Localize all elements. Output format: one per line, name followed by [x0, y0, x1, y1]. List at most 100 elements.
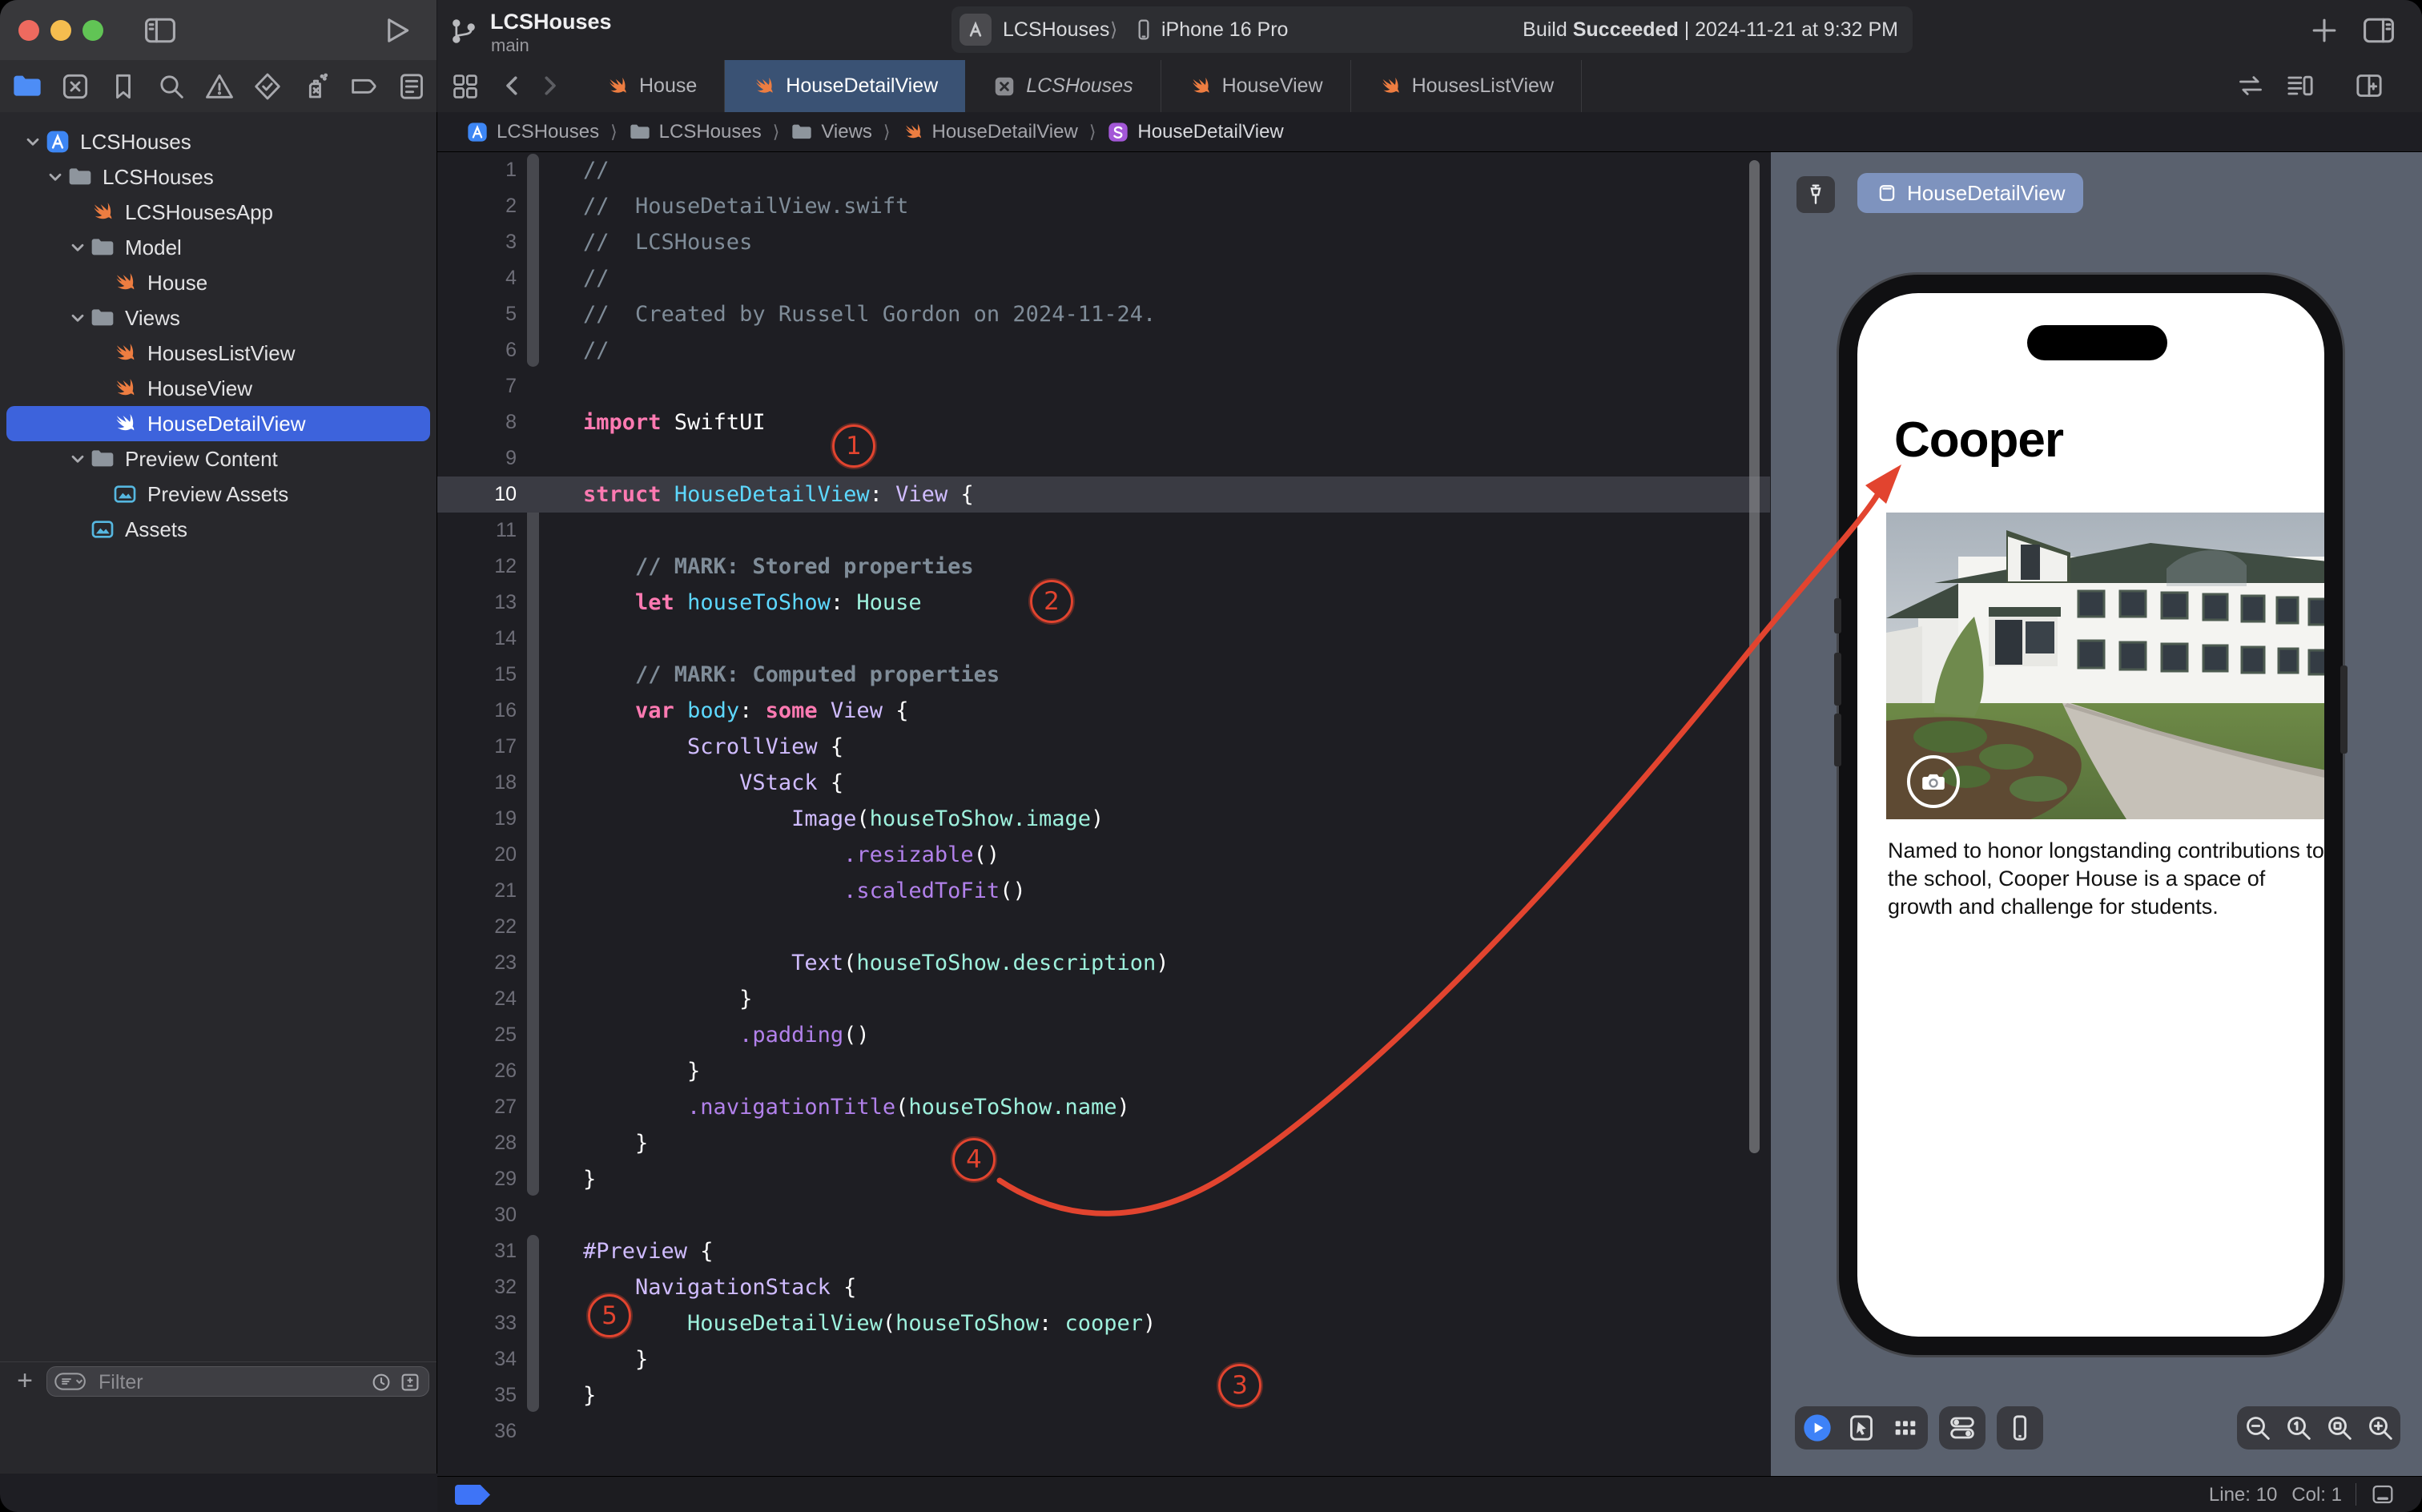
activity-widget[interactable]: LCSHouses ⟩ iPhone 16 Pro Build Succeede… [952, 6, 1913, 53]
inspector-toggle-icon[interactable] [2361, 13, 2396, 48]
debug-icon[interactable] [300, 70, 332, 103]
variants-icon[interactable] [1889, 1412, 1921, 1444]
filter-field[interactable]: Filter [46, 1366, 429, 1397]
iphone-screen[interactable]: Cooper Named to honor longstanding contr… [1857, 293, 2324, 1337]
iphone-icon [1131, 17, 1157, 42]
breadcrumb-item[interactable]: HouseDetailView [1107, 121, 1284, 143]
preview-device-icon [1875, 181, 1899, 205]
swift-icon [112, 270, 138, 296]
sidebar-item-Preview Assets[interactable]: Preview Assets [6, 477, 430, 512]
breadcrumb-separator: ⟩ [1088, 121, 1096, 142]
tab-House[interactable]: House [578, 60, 726, 112]
code-line: 7 [437, 368, 1770, 404]
window-minimize-button[interactable] [50, 20, 71, 41]
line-number: 22 [494, 915, 517, 938]
zoom-actual-size-icon[interactable] [2283, 1412, 2315, 1444]
breadcrumb-item[interactable]: HouseDetailView [902, 121, 1078, 143]
line-number: 6 [505, 339, 517, 361]
breadcrumb-item[interactable]: LCSHouses [466, 121, 599, 143]
sidebar-item-LCSHousesApp[interactable]: LCSHousesApp [6, 195, 430, 230]
zoom-controls [2237, 1406, 2400, 1450]
code-line: 18 VStack { [437, 765, 1770, 801]
preview-chip[interactable]: HouseDetailView [1857, 173, 2083, 213]
related-items-icon[interactable] [450, 71, 481, 102]
code-editor[interactable]: 1//2// HouseDetailView.swift 3// LCSHouse… [437, 152, 1770, 1476]
selectable-mode-icon[interactable] [1845, 1412, 1877, 1444]
filter-placeholder: Filter [99, 1371, 143, 1393]
device-button[interactable] [1997, 1406, 2043, 1450]
breadcrumb-item[interactable]: LCSHouses [629, 121, 762, 143]
tab-LCSHouses[interactable]: LCSHouses [965, 60, 1161, 112]
chevron-down-icon[interactable] [67, 448, 88, 469]
sidebar-item-LCSHouses[interactable]: LCSHouses [6, 124, 430, 159]
add-tab-icon[interactable] [2307, 13, 2342, 48]
minimap-icon[interactable] [2284, 70, 2316, 102]
forward-icon[interactable] [535, 71, 564, 100]
code-line: 25 .padding() [437, 1017, 1770, 1053]
window-zoom-button[interactable] [82, 20, 103, 41]
tab-HouseView[interactable]: HouseView [1161, 60, 1351, 112]
code-line: 13 let houseToShow: House [437, 585, 1770, 621]
sidebar-item-House[interactable]: House [6, 265, 430, 300]
pin-icon[interactable] [1796, 176, 1835, 213]
chevron-down-icon[interactable] [22, 131, 43, 152]
sidebar-item-HousesListView[interactable]: HousesListView [6, 336, 430, 371]
sidebar-item-Views[interactable]: Views [6, 300, 430, 336]
play-icon[interactable] [378, 13, 413, 48]
breadcrumb-item[interactable]: Views [791, 121, 872, 143]
chevron-down-icon[interactable] [67, 237, 88, 258]
volume-down-button [1834, 714, 1841, 766]
tab-label: HouseDetailView [786, 74, 939, 97]
dynamic-island [2027, 325, 2167, 360]
tests-icon[interactable] [251, 70, 284, 103]
sidebar-item-Preview Content[interactable]: Preview Content [6, 441, 430, 477]
bookmarks-icon[interactable] [107, 70, 139, 103]
sidebar-toggle-icon[interactable] [143, 13, 178, 48]
chevron-down-icon[interactable] [67, 308, 88, 328]
reports-icon[interactable] [396, 70, 428, 103]
flags-icon[interactable] [398, 1370, 422, 1394]
sidebar-item-HouseDetailView[interactable]: HouseDetailView [6, 406, 430, 441]
breakpoints-icon[interactable] [348, 70, 380, 103]
sidebar-item-Assets[interactable]: Assets [6, 512, 430, 547]
breakpoint-tag[interactable] [455, 1485, 490, 1505]
tab-HouseDetailView[interactable]: HouseDetailView [725, 60, 966, 112]
sidebar-item-LCSHouses[interactable]: LCSHouses [6, 159, 430, 195]
swap-icon[interactable] [2235, 70, 2267, 102]
sidebar-item-label: Assets [125, 517, 188, 541]
sidebar-item-label: Model [125, 235, 182, 259]
tab-HousesListView[interactable]: HousesListView [1351, 60, 1583, 112]
zoom-in-icon[interactable] [2364, 1412, 2396, 1444]
issues-icon[interactable] [203, 70, 235, 103]
run-destination[interactable]: iPhone 16 Pro [1161, 18, 1288, 42]
zoom-to-fit-icon[interactable] [2323, 1412, 2356, 1444]
recent-icon[interactable] [369, 1370, 393, 1394]
source-control-icon[interactable] [59, 70, 91, 103]
line-number: 30 [494, 1204, 517, 1226]
swift-icon [112, 411, 138, 436]
sidebar-item-label: Preview Content [125, 446, 278, 471]
split-editor-icon[interactable] [2353, 70, 2385, 102]
live-preview-play-icon[interactable] [1801, 1412, 1833, 1444]
swift-icon [902, 121, 924, 143]
window-close-button[interactable] [18, 20, 39, 41]
sidebar-item-label: LCSHouses [103, 164, 214, 189]
add-button[interactable]: + [11, 1367, 38, 1394]
scheme-name[interactable]: LCSHouses [1003, 18, 1109, 42]
line-number: 15 [494, 663, 517, 686]
code-line: 34 } [437, 1341, 1770, 1377]
navigation-title: Cooper [1894, 412, 2064, 468]
chevron-down-icon[interactable] [45, 167, 66, 187]
line-number: 5 [505, 303, 517, 325]
sidebar-item-HouseView[interactable]: HouseView [6, 371, 430, 406]
project-navigator-icon[interactable] [11, 70, 43, 103]
editor-only-icon[interactable] [2368, 1482, 2398, 1507]
scrollbar[interactable] [1749, 160, 1760, 1153]
device-settings-button[interactable] [1939, 1406, 1985, 1450]
iphone-frame: Cooper Named to honor longstanding contr… [1834, 275, 2348, 1355]
sidebar-item-Model[interactable]: Model [6, 230, 430, 265]
zoom-out-icon[interactable] [2242, 1412, 2274, 1444]
find-icon[interactable] [155, 70, 187, 103]
back-icon[interactable] [498, 71, 527, 100]
